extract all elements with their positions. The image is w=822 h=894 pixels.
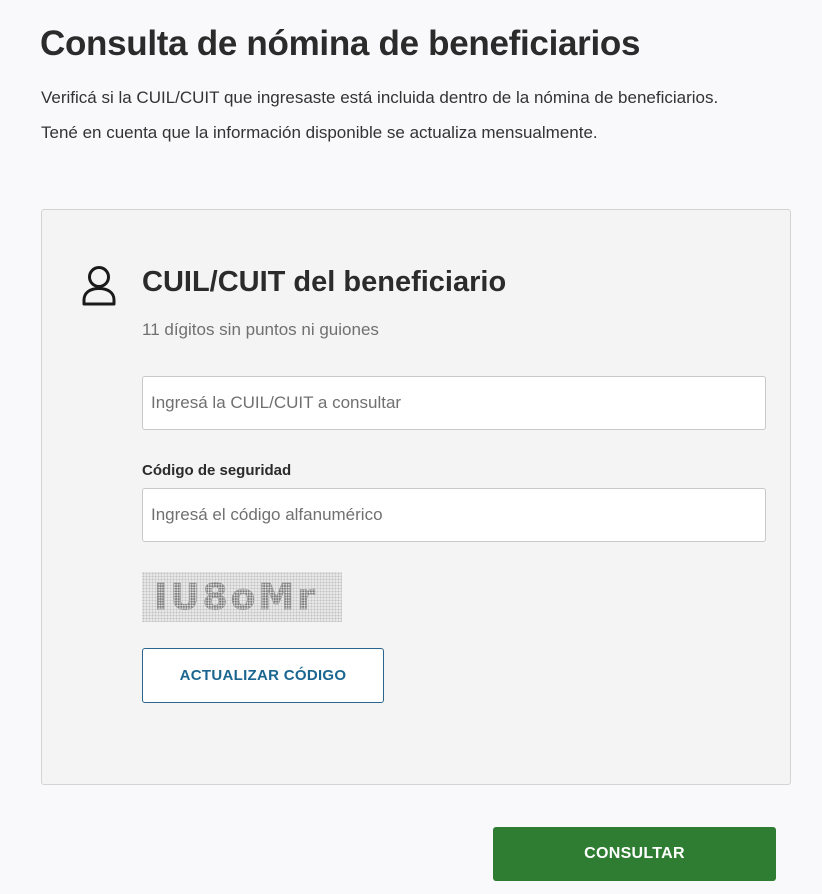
intro-text-update-notice: Tené en cuenta que la información dispon… (41, 123, 598, 142)
refresh-code-button[interactable]: ACTUALIZAR CÓDIGO (142, 648, 384, 703)
cuil-cuit-input[interactable] (142, 376, 766, 430)
user-outline-icon (80, 264, 118, 308)
consultar-button[interactable]: CONSULTAR (493, 827, 776, 881)
cuil-format-help-text: 11 dígitos sin puntos ni guiones (142, 320, 379, 339)
security-code-input[interactable] (142, 488, 766, 542)
security-code-label: Código de seguridad (142, 462, 292, 479)
page-title: Consulta de nómina de beneficiarios (40, 24, 641, 63)
intro-text-verify: Verificá si la CUIL/CUIT que ingresaste … (41, 88, 719, 107)
captcha-text: IU8oMr (154, 576, 318, 618)
captcha-image: IU8oMr (142, 572, 342, 622)
section-title: CUIL/CUIT del beneficiario (142, 266, 507, 298)
